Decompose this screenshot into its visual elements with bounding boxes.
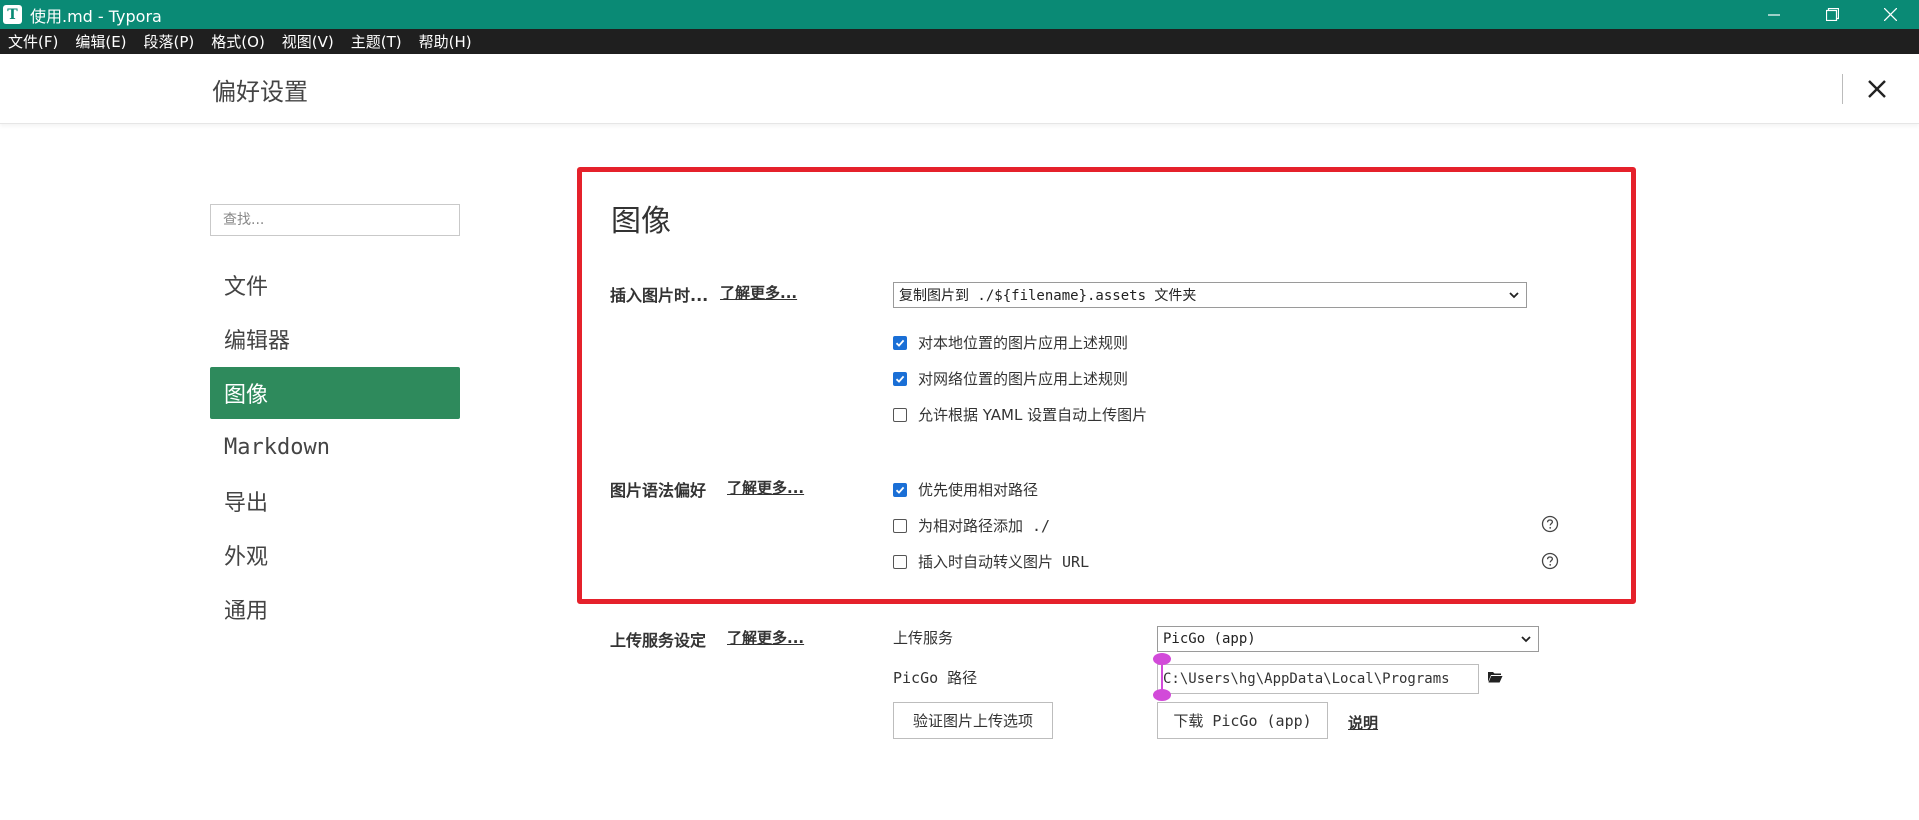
checkbox-escape-url[interactable]: 插入时自动转义图片 URL <box>893 551 1089 572</box>
chevron-down-icon <box>1521 636 1531 643</box>
menu-bar: 文件(F) 编辑(E) 段落(P) 格式(O) 视图(V) 主题(T) 帮助(H… <box>0 29 1919 54</box>
upload-learn-more-link[interactable]: 了解更多... <box>727 627 804 648</box>
checkbox-unchecked[interactable] <box>893 518 907 533</box>
download-picgo-button[interactable]: 下载 PicGo (app) <box>1157 702 1328 739</box>
window-close-button[interactable] <box>1861 0 1919 29</box>
help-icon[interactable] <box>1541 515 1559 533</box>
sidebar-item-editor[interactable]: 编辑器 <box>210 313 460 365</box>
sidebar-item-image[interactable]: 图像 <box>210 367 460 419</box>
upload-service-setting-label: 上传服务设定 <box>610 631 707 650</box>
checkbox-checked[interactable] <box>893 371 907 386</box>
check-icon <box>895 339 905 347</box>
menu-paragraph[interactable]: 段落(P) <box>144 31 195 52</box>
window-title: 使用.md - Typora <box>30 6 162 26</box>
upload-service-label: 上传服务 <box>893 629 954 647</box>
insert-learn-more-link[interactable]: 了解更多... <box>720 282 797 303</box>
checkbox-checked[interactable] <box>893 335 907 350</box>
insert-image-label: 插入图片时... <box>610 286 709 305</box>
search-input[interactable] <box>210 204 460 236</box>
checkbox-label: 为相对路径添加 ./ <box>918 517 1051 535</box>
picgo-path-input[interactable]: C:\Users\hg\AppData\Local\Programs <box>1157 664 1479 694</box>
menu-format[interactable]: 格式(O) <box>211 31 265 52</box>
minimize-button[interactable] <box>1745 0 1803 29</box>
help-icon[interactable] <box>1541 552 1559 570</box>
menu-view[interactable]: 视图(V) <box>282 31 334 52</box>
sidebar-item-file[interactable]: 文件 <box>210 259 460 311</box>
checkbox-label: 对网络位置的图片应用上述规则 <box>918 370 1129 388</box>
page-title: 偏好设置 <box>212 78 308 106</box>
checkbox-add-dot-slash[interactable]: 为相对路径添加 ./ <box>893 515 1050 536</box>
instructions-link[interactable]: 说明 <box>1348 712 1378 733</box>
sidebar-item-appearance[interactable]: 外观 <box>210 529 460 581</box>
section-title: 图像 <box>611 204 671 239</box>
checkbox-prefer-relative[interactable]: 优先使用相对路径 <box>893 479 1038 500</box>
checkbox-unchecked[interactable] <box>893 554 907 569</box>
check-icon <box>895 375 905 383</box>
preferences-header: 偏好设置 <box>0 54 1919 124</box>
preferences-close-icon[interactable] <box>1863 75 1891 103</box>
menu-help[interactable]: 帮助(H) <box>419 31 472 52</box>
checkbox-label: 优先使用相对路径 <box>918 481 1039 499</box>
close-icon <box>1883 8 1897 21</box>
selection-handle-top[interactable] <box>1153 653 1171 665</box>
checkbox-unchecked[interactable] <box>893 407 907 422</box>
selection-handle-bottom[interactable] <box>1153 689 1171 701</box>
sidebar-item-general[interactable]: 通用 <box>210 583 460 635</box>
checkbox-label: 插入时自动转义图片 URL <box>918 553 1090 571</box>
insert-action-value: 复制图片到 ./${filename}.assets 文件夹 <box>899 288 1197 304</box>
title-bar: T 使用.md - Typora <box>0 0 1919 29</box>
restore-icon <box>1825 8 1839 21</box>
menu-theme[interactable]: 主题(T) <box>351 31 402 52</box>
insert-action-select[interactable]: 复制图片到 ./${filename}.assets 文件夹 <box>893 282 1527 308</box>
checkbox-apply-local[interactable]: 对本地位置的图片应用上述规则 <box>893 332 1128 353</box>
upload-service-select[interactable]: PicGo (app) <box>1157 626 1539 652</box>
menu-edit[interactable]: 编辑(E) <box>75 31 126 52</box>
verify-upload-button[interactable]: 验证图片上传选项 <box>893 702 1053 739</box>
restore-button[interactable] <box>1803 0 1861 29</box>
syntax-learn-more-link[interactable]: 了解更多... <box>727 477 804 498</box>
sidebar-item-export[interactable]: 导出 <box>210 475 460 527</box>
folder-icon[interactable] <box>1487 670 1503 684</box>
typora-app-icon: T <box>3 5 22 24</box>
check-icon <box>895 486 905 494</box>
upload-service-value: PicGo (app) <box>1163 631 1256 647</box>
checkbox-label: 允许根据 YAML 设置自动上传图片 <box>918 406 1148 424</box>
menu-file[interactable]: 文件(F) <box>8 31 58 52</box>
minimize-icon <box>1768 13 1780 16</box>
picgo-path-label: PicGo 路径 <box>893 669 978 687</box>
header-divider <box>1842 74 1843 104</box>
checkbox-label: 对本地位置的图片应用上述规则 <box>918 334 1129 352</box>
checkbox-apply-network[interactable]: 对网络位置的图片应用上述规则 <box>893 368 1128 389</box>
chevron-down-icon <box>1509 292 1519 299</box>
sidebar-item-markdown[interactable]: Markdown <box>210 421 460 473</box>
syntax-pref-label: 图片语法偏好 <box>610 481 707 500</box>
checkbox-checked[interactable] <box>893 482 907 497</box>
checkbox-yaml-upload[interactable]: 允许根据 YAML 设置自动上传图片 <box>893 404 1147 425</box>
